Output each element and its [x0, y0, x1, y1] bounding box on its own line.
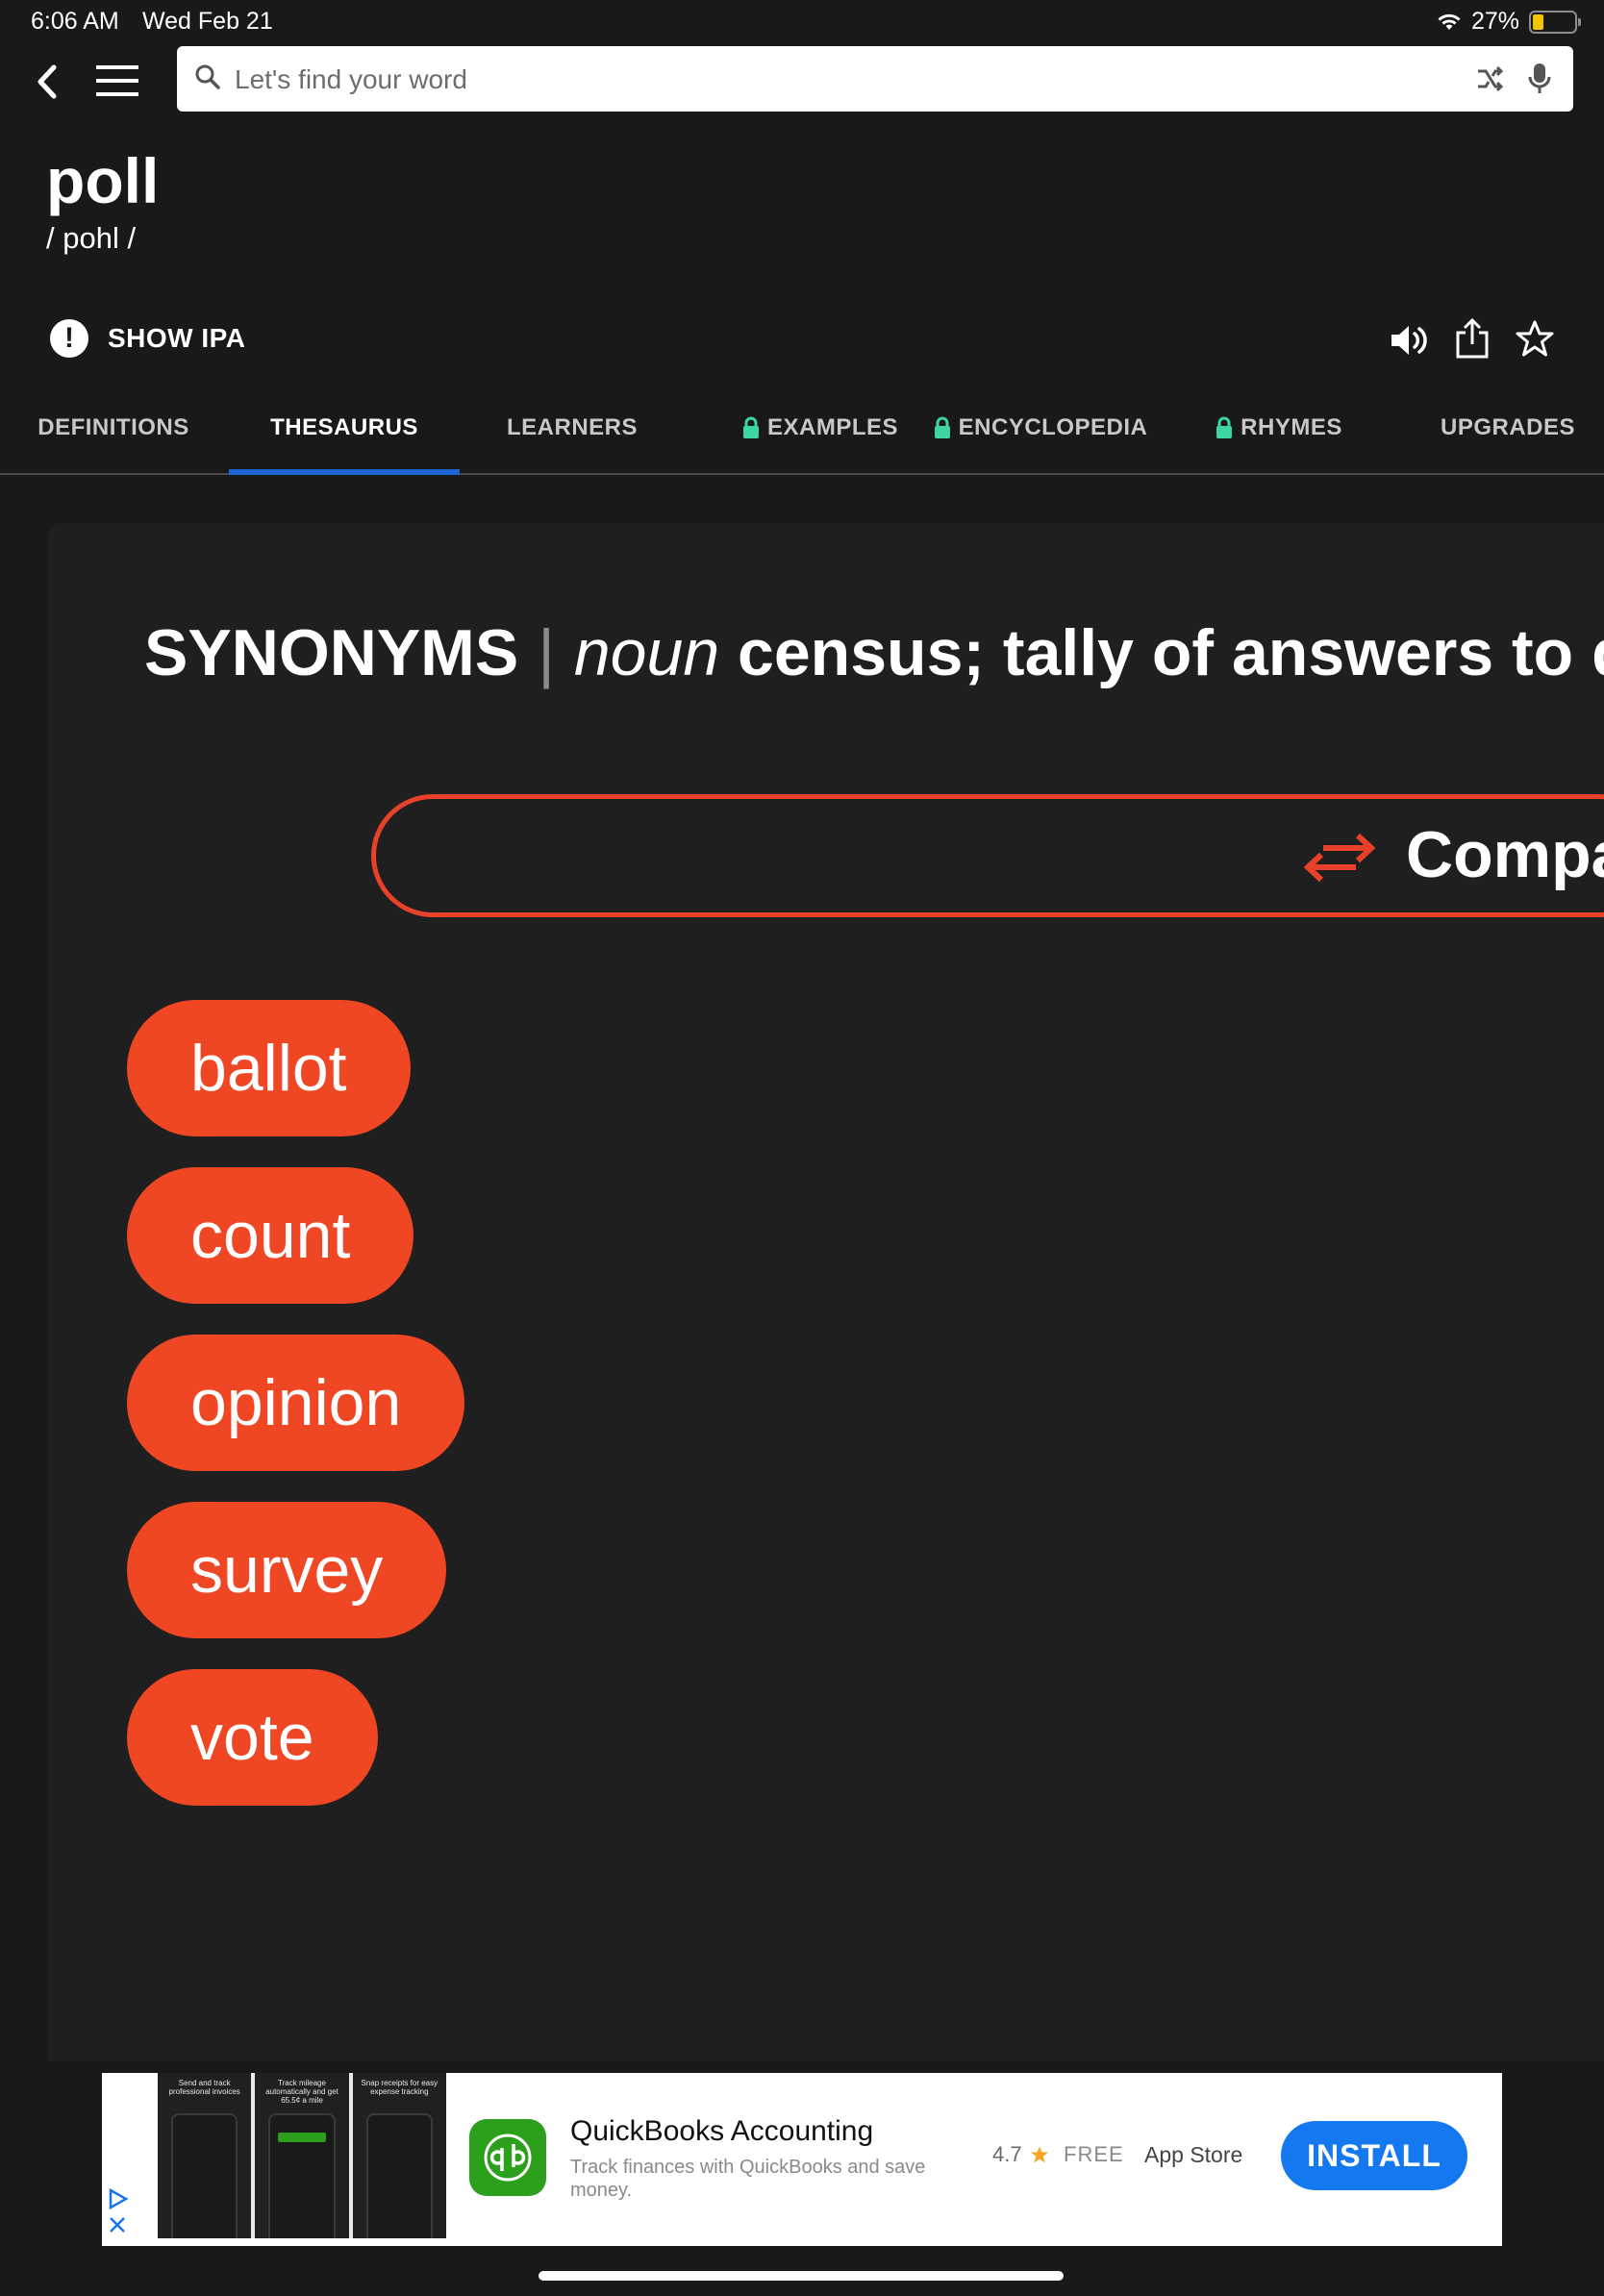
- install-button[interactable]: INSTALL: [1281, 2121, 1467, 2190]
- compare-label: Compa: [1406, 818, 1604, 891]
- rating-star-icon: [1030, 2146, 1048, 2163]
- swap-arrows-icon: [1303, 833, 1376, 883]
- synonym-chip-survey[interactable]: survey: [127, 1502, 447, 1638]
- ad-store: App Store: [1144, 2142, 1243, 2167]
- part-of-speech: noun: [573, 616, 720, 689]
- content-clip: SYNONYMS | noun census; tally of answers t…: [0, 0, 1604, 2296]
- ad-screenshot-caption: Send and track professional invoices: [168, 2079, 240, 2096]
- synonym-chip-ballot[interactable]: ballot: [127, 1000, 411, 1136]
- ad-screenshot: Track mileage automatically and get 65.5…: [255, 2073, 349, 2238]
- heading-separator: |: [538, 616, 555, 689]
- phone-mockup: [171, 2113, 238, 2238]
- phone-mockup: [365, 2113, 433, 2238]
- ad-choices-triangle-icon[interactable]: [108, 2187, 129, 2210]
- phone-mockup: [268, 2113, 336, 2238]
- ad-title[interactable]: QuickBooks Accounting: [570, 2115, 873, 2148]
- ad-screenshot: Send and track professional invoices: [158, 2073, 252, 2238]
- ad-rating: 4.7: [992, 2142, 1049, 2167]
- ad-screenshots: Send and track professional invoices Tra…: [158, 2073, 446, 2238]
- ad-close-icon[interactable]: [108, 2215, 127, 2234]
- synonym-chip-count[interactable]: count: [127, 1167, 414, 1304]
- ad-price: FREE: [1064, 2142, 1124, 2166]
- synonym-chip-opinion[interactable]: opinion: [127, 1335, 465, 1471]
- ad-choices-icon[interactable]: [108, 2187, 129, 2240]
- phone-mockup-bar: [278, 2133, 326, 2142]
- ad-screenshot-caption: Snap receipts for easy expense tracking: [361, 2079, 439, 2096]
- ad-screenshot: Snap receipts for easy expense tracking: [352, 2073, 446, 2238]
- ad-screenshot-caption: Track mileage automatically and get 65.5…: [265, 2079, 338, 2105]
- synonyms-label: SYNONYMS: [144, 616, 519, 689]
- quickbooks-logo-icon: [469, 2119, 546, 2196]
- synonym-chip-vote[interactable]: vote: [127, 1669, 378, 1806]
- ad-description: Track finances with QuickBooks and save …: [570, 2157, 926, 2201]
- synonyms-heading: SYNONYMS | noun census; tally of answers t…: [144, 615, 1604, 690]
- ad-rating-value: 4.7: [992, 2142, 1022, 2166]
- sense-definition: census; tally of answers to qu: [738, 616, 1604, 689]
- home-indicator[interactable]: [539, 2271, 1064, 2281]
